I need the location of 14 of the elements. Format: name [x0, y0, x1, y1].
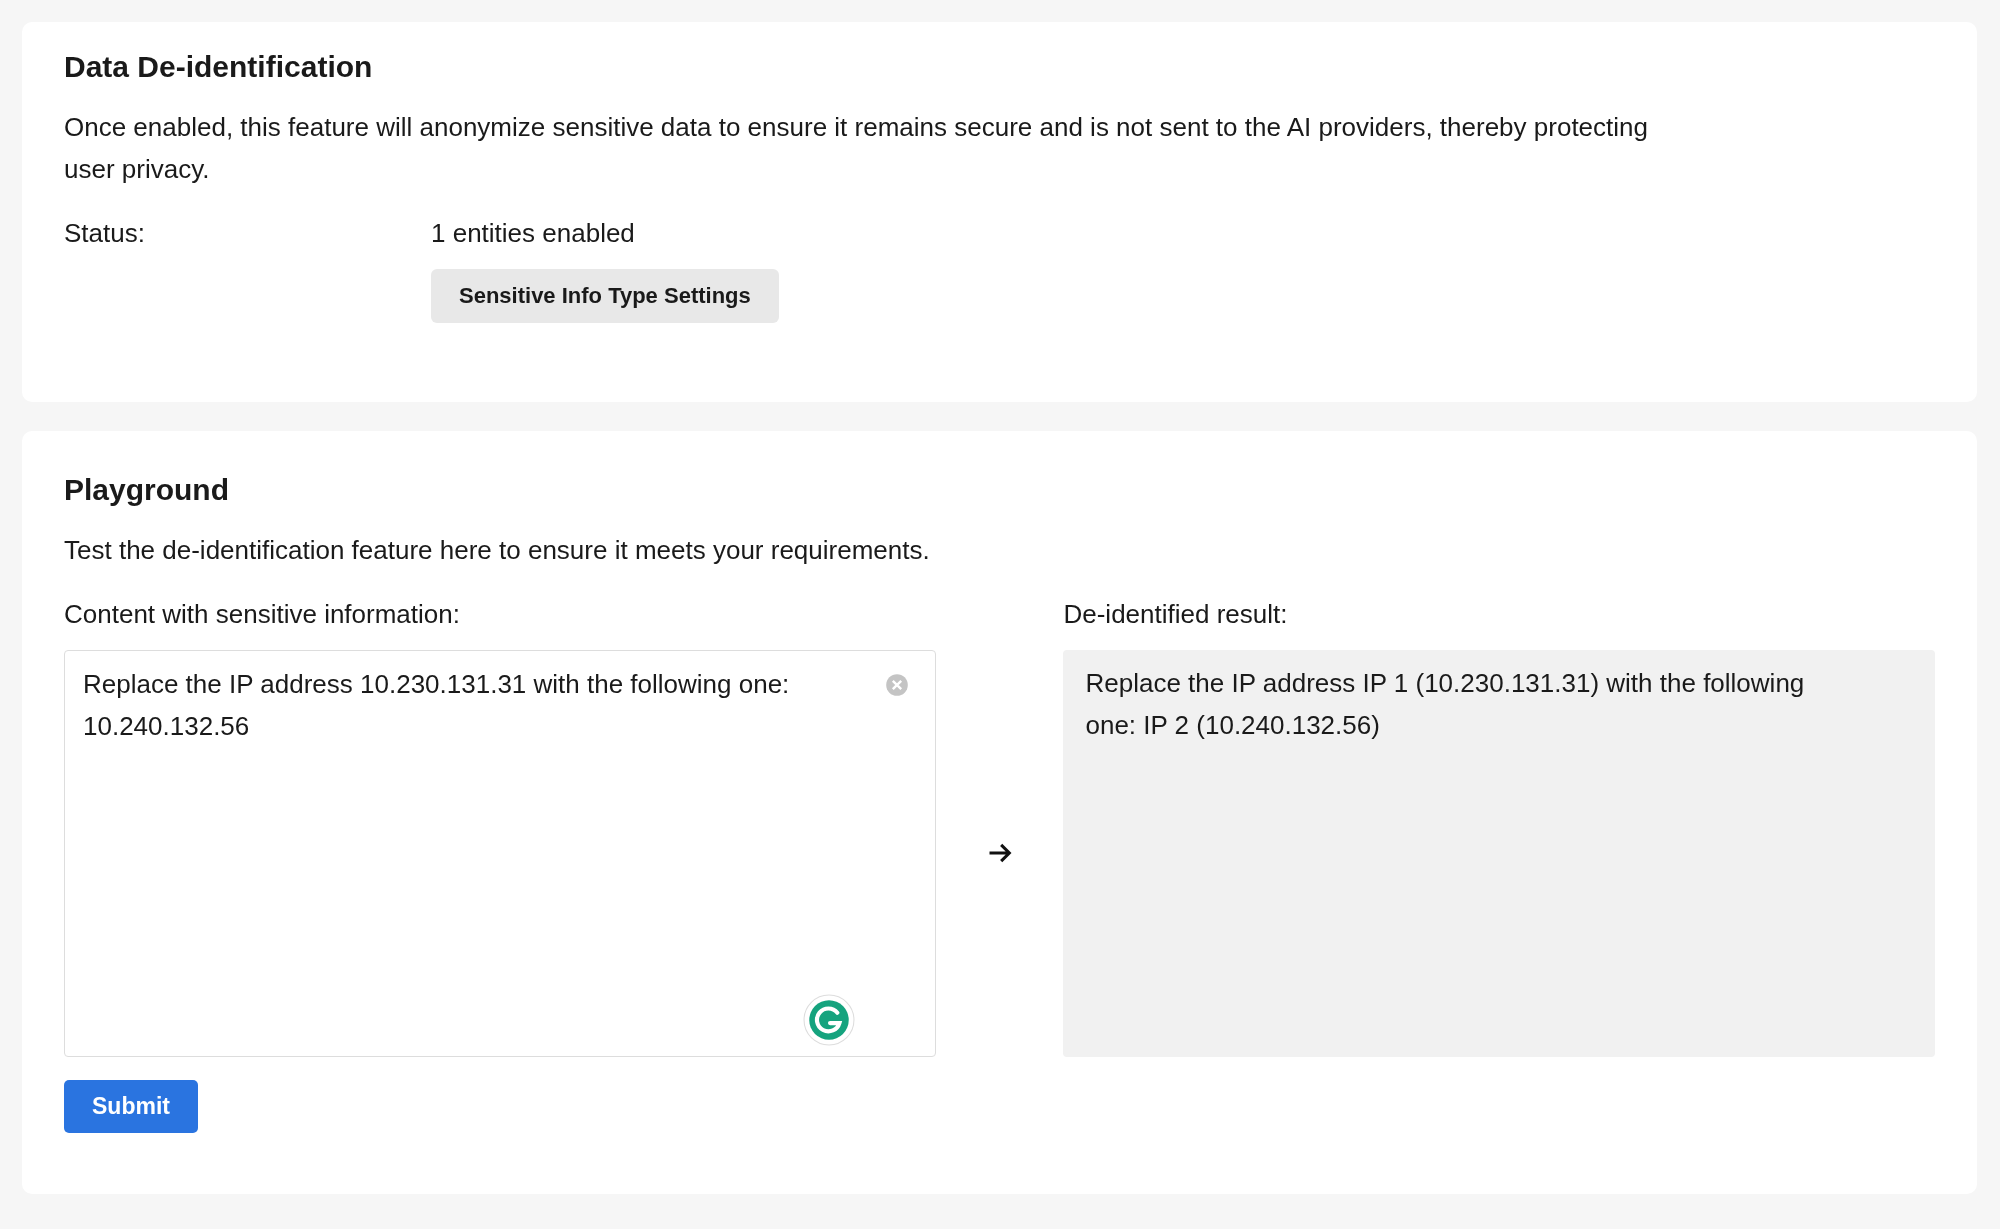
description-text: Once enabled, this feature will anonymize sensitive data to ensure it remains secure and is not sent to the AI providers, thereby protecting user privacy. [64, 111, 1649, 186]
settings-button[interactable]: Sensitive Info Type Settings [431, 269, 779, 323]
section-title: Playground [64, 473, 230, 507]
g-logo-icon[interactable] [802, 994, 855, 1046]
section-title: Data De-identification [64, 50, 374, 84]
status-value: 1 entities enabled [431, 218, 635, 249]
description-text: Test the de-identification feature here to ensure it meets your requirements. [64, 534, 931, 567]
result-label: De-identified result: [1063, 599, 1289, 630]
status-label: Status: [64, 218, 146, 250]
clear-icon[interactable] [884, 673, 909, 697]
result-field: Replace the IP address IP 1 (10.230.131.31) with the following one: IP 2 (10.240.132.56) [1063, 650, 1935, 1057]
input-label: Content with sensitive information: [64, 599, 461, 630]
content-input-field[interactable]: Replace the IP address 10.230.131.31 with the following one: 10.240.132.56 [64, 650, 936, 1057]
submit-button[interactable]: Submit [64, 1080, 198, 1133]
